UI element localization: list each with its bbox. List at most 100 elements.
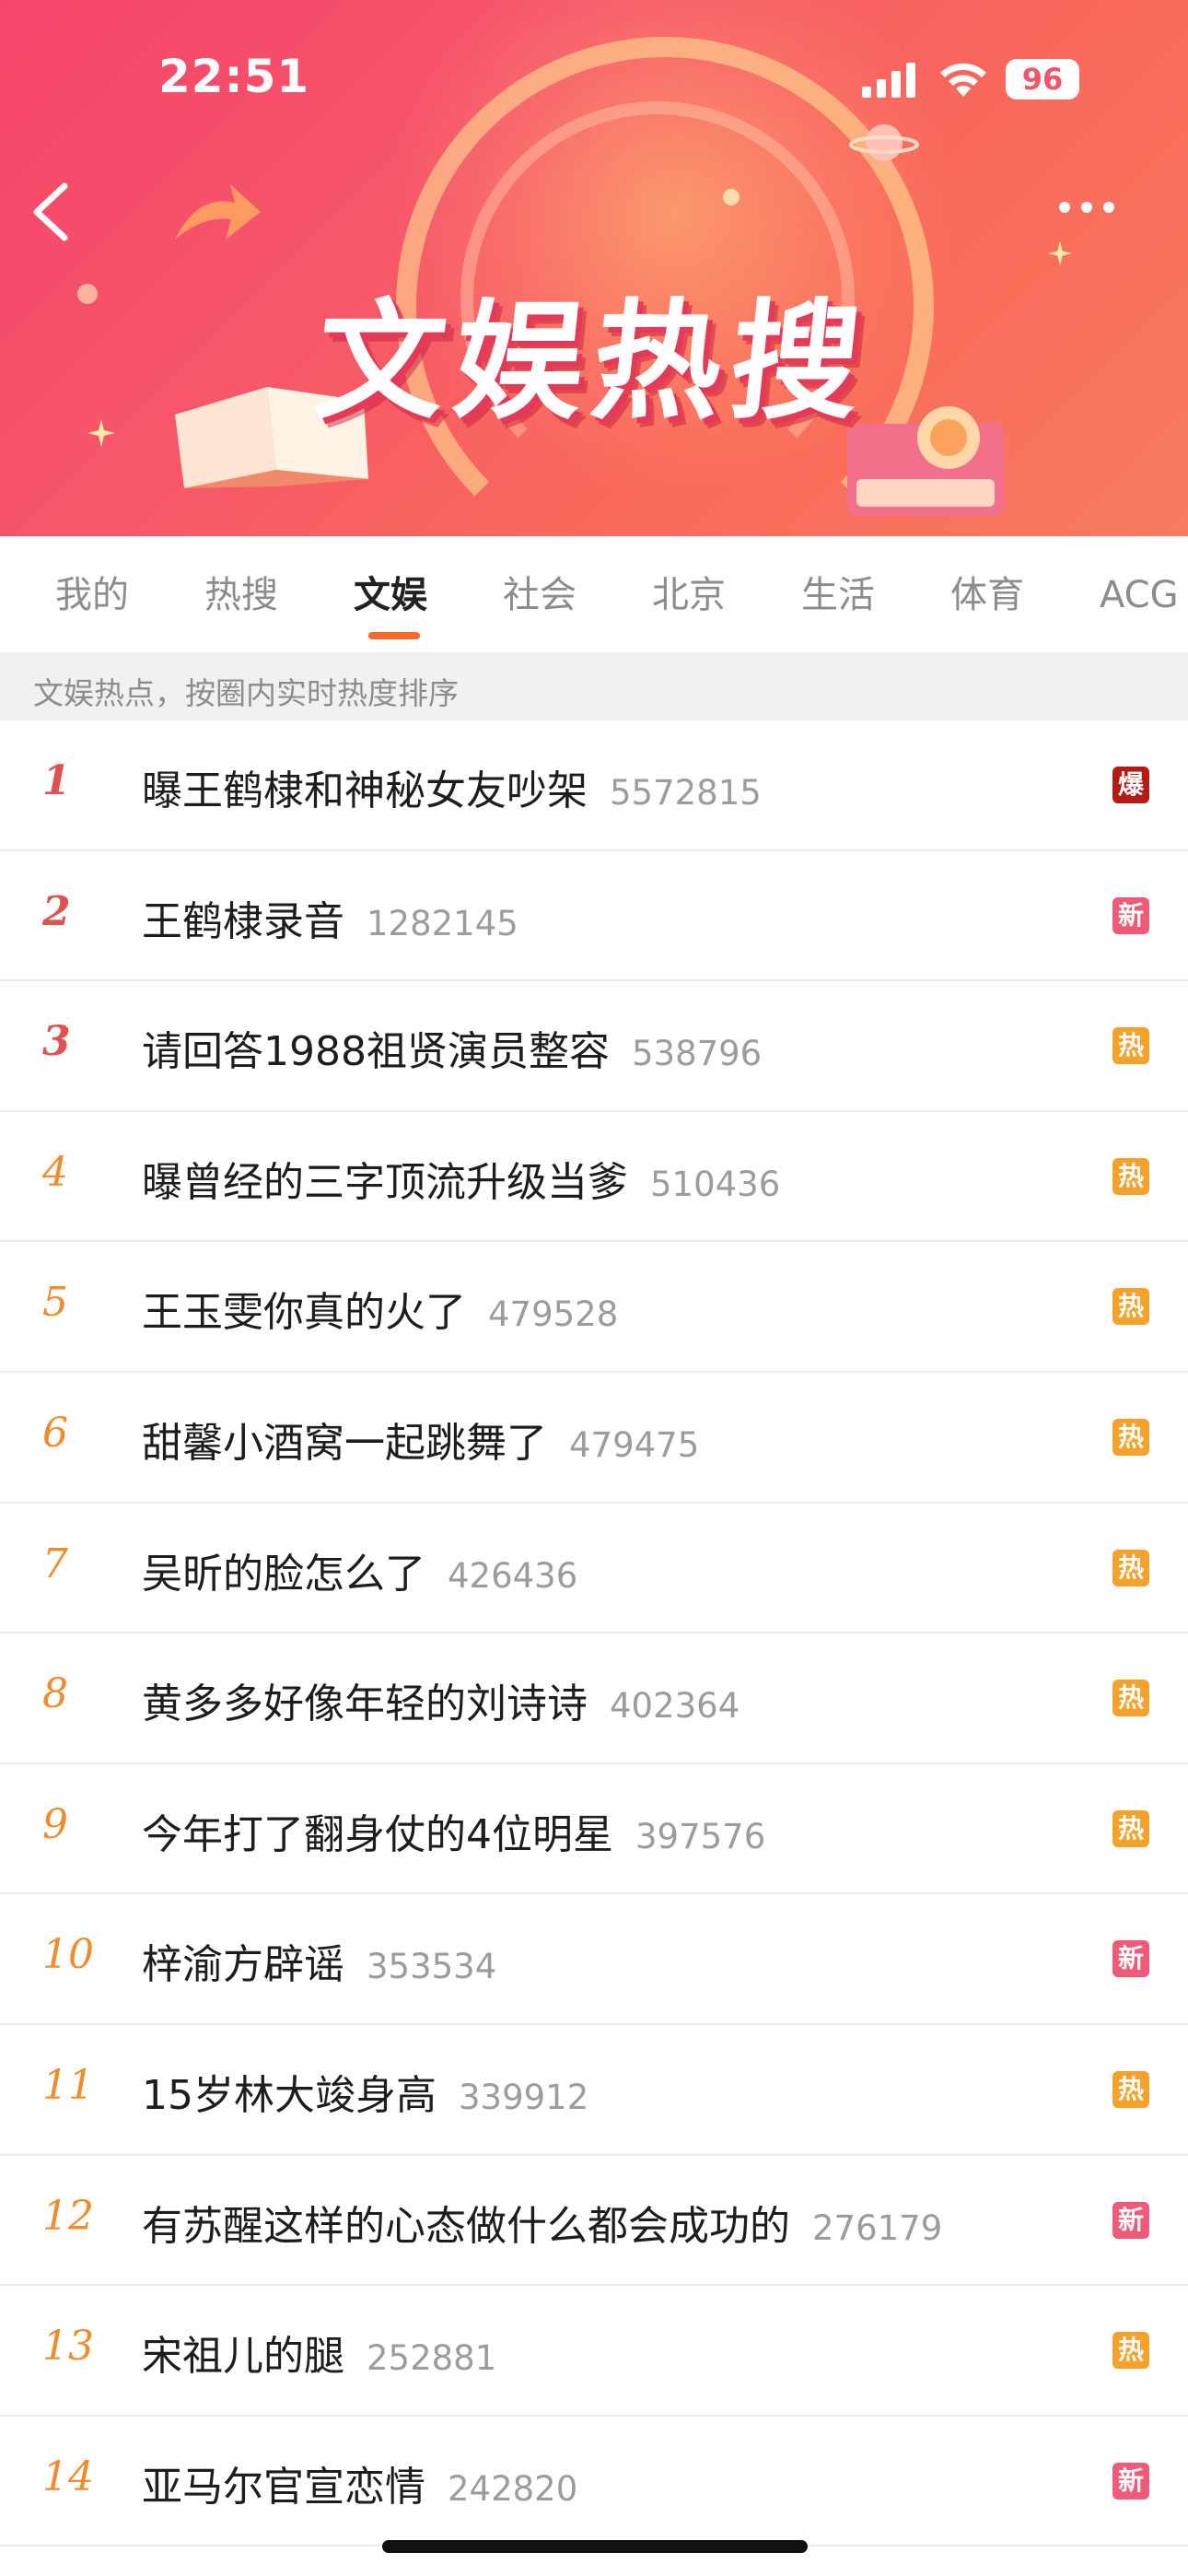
list-description: 文娱热点，按圈内实时热度排序 [0, 652, 1188, 720]
topic-title[interactable]: 曝曾经的三字顶流升级当爹 [142, 1159, 628, 1206]
status-badge: 新 [1112, 896, 1149, 934]
topic-title[interactable]: 王鹤棣录音 [142, 898, 344, 945]
active-tab-indicator [368, 632, 420, 639]
list-item[interactable]: 3 请回答1988祖贤演员整容 538796 热 [0, 981, 1188, 1112]
tab-acg[interactable]: ACG [1100, 569, 1179, 621]
list-description-text: 文娱热点，按圈内实时热度排序 [33, 675, 459, 711]
list-item-content: 15岁林大竣身高 339912 [142, 2062, 588, 2121]
topic-title[interactable]: 亚马尔官宣恋情 [142, 2464, 425, 2511]
tab-beijing[interactable]: 北京 [652, 569, 726, 621]
status-badge: 新 [1112, 1940, 1149, 1978]
list-item[interactable]: 1 曝王鹤棣和神秘女友吵架 5572815 爆 [0, 720, 1188, 851]
rank-number: 11 [42, 2061, 94, 2109]
tab-mine[interactable]: 我的 [55, 569, 129, 621]
list-item[interactable]: 8 黄多多好像年轻的刘诗诗 402364 热 [0, 1633, 1188, 1764]
tab-entertainment[interactable]: 文娱 [354, 569, 427, 621]
list-item[interactable]: 9 今年打了翻身仗的4位明星 397576 热 [0, 1764, 1188, 1895]
more-dot-icon [1103, 202, 1114, 213]
list-item-content: 曝王鹤棣和神秘女友吵架 5572815 [142, 757, 762, 816]
list-item[interactable]: 4 曝曾经的三字顶流升级当爹 510436 热 [0, 1112, 1188, 1243]
heat-count: 426436 [448, 1555, 578, 1596]
heat-count: 242820 [448, 2468, 578, 2509]
back-button[interactable] [22, 175, 77, 249]
topic-title[interactable]: 曝王鹤棣和神秘女友吵架 [142, 767, 588, 814]
topic-title[interactable]: 请回答1988祖贤演员整容 [142, 1028, 610, 1075]
tab-life[interactable]: 生活 [801, 569, 875, 621]
heat-count: 276179 [812, 2207, 943, 2248]
status-badge: 热 [1112, 1549, 1149, 1587]
status-badge: 新 [1112, 2201, 1149, 2239]
rank-number: 1 [42, 757, 71, 804]
planet-decoration [849, 124, 919, 161]
heat-count: 1282145 [367, 903, 518, 943]
home-indicator[interactable] [382, 2540, 808, 2553]
heat-count: 538796 [631, 1034, 763, 1074]
banner-title: 文娱热搜 [309, 287, 878, 438]
topic-title[interactable]: 有苏醒这样的心态做什么都会成功的 [142, 2203, 790, 2250]
rank-number: 2 [42, 887, 71, 935]
status-badge: 热 [1112, 1809, 1149, 1847]
tab-society[interactable]: 社会 [503, 569, 577, 621]
heat-count: 252881 [367, 2338, 497, 2379]
list-item-content: 今年打了翻身仗的4位明星 397576 [142, 1801, 765, 1860]
heat-count: 339912 [459, 2077, 589, 2117]
status-badge: 爆 [1112, 767, 1149, 803]
list-item-content: 请回答1988祖贤演员整容 538796 [142, 1018, 762, 1077]
topic-title[interactable]: 15岁林大竣身高 [142, 2072, 437, 2119]
list-item[interactable]: 7 吴昕的脸怎么了 426436 热 [0, 1504, 1188, 1634]
heat-count: 5572815 [610, 773, 762, 813]
rank-number: 4 [42, 1148, 68, 1196]
rank-number: 9 [42, 1800, 68, 1848]
heat-count: 510436 [650, 1164, 781, 1204]
tab-sports[interactable]: 体育 [950, 569, 1024, 621]
list-item-content: 王玉雯你真的火了 479528 [142, 1279, 618, 1338]
signal-icon [862, 63, 915, 98]
rank-number: 10 [42, 1931, 94, 1979]
rank-number: 3 [42, 1018, 71, 1066]
rank-number: 7 [42, 1540, 68, 1587]
status-badge: 热 [1112, 2070, 1149, 2108]
list-item-content: 王鹤棣录音 1282145 [142, 888, 518, 947]
topic-title[interactable]: 今年打了翻身仗的4位明星 [142, 1811, 613, 1858]
list-item[interactable]: 13 宋祖儿的腿 252881 热 [0, 2286, 1188, 2417]
list-item[interactable]: 5 王玉雯你真的火了 479528 热 [0, 1242, 1188, 1373]
banner: 22:51 96 文娱热搜 [0, 0, 1188, 536]
status-badge: 热 [1112, 1288, 1149, 1326]
status-time: 22:51 [158, 50, 310, 103]
status-icons: 96 [862, 57, 1079, 101]
rank-number: 13 [42, 2323, 94, 2371]
rank-number: 8 [42, 1670, 68, 1718]
topic-title[interactable]: 黄多多好像年轻的刘诗诗 [142, 1680, 588, 1727]
topic-title[interactable]: 吴昕的脸怎么了 [142, 1551, 425, 1598]
list-item[interactable]: 12 有苏醒这样的心态做什么都会成功的 276179 新 [0, 2156, 1188, 2287]
category-tabs: 我的 热搜 文娱 社会 北京 生活 体育 ACG [0, 536, 1188, 652]
dot-decoration [723, 189, 740, 205]
list-item[interactable]: 6 甜馨小酒窝一起跳舞了 479475 热 [0, 1373, 1188, 1504]
topic-title[interactable]: 梓渝方辟谣 [142, 1941, 344, 1988]
tab-hot-search[interactable]: 热搜 [204, 569, 278, 621]
status-badge: 热 [1112, 1680, 1149, 1717]
status-badge: 新 [1112, 2462, 1149, 2500]
topic-title[interactable]: 甜馨小酒窝一起跳舞了 [142, 1420, 547, 1467]
list-item-content: 曝曾经的三字顶流升级当爹 510436 [142, 1149, 780, 1208]
list-item[interactable]: 11 15岁林大竣身高 339912 热 [0, 2025, 1188, 2156]
list-item-content: 梓渝方辟谣 353534 [142, 1931, 496, 1990]
status-badge: 热 [1112, 1027, 1149, 1065]
list-item-content: 黄多多好像年轻的刘诗诗 402364 [142, 1670, 740, 1729]
rank-number: 12 [42, 2192, 94, 2240]
battery-icon: 96 [1006, 59, 1079, 100]
list-item[interactable]: 2 王鹤棣录音 1282145 新 [0, 851, 1188, 982]
rank-number: 14 [42, 2453, 94, 2500]
rank-number: 5 [42, 1279, 68, 1327]
more-dot-icon [1059, 202, 1070, 213]
topic-title[interactable]: 王玉雯你真的火了 [142, 1289, 466, 1336]
topic-title[interactable]: 宋祖儿的腿 [142, 2333, 344, 2380]
status-badge: 热 [1112, 2332, 1149, 2370]
hot-search-list: 1 曝王鹤棣和神秘女友吵架 5572815 爆 2 王鹤棣录音 1282145 新 3 请回答19… [0, 720, 1188, 2547]
list-item[interactable]: 14 亚马尔官宣恋情 242820 新 [0, 2417, 1188, 2547]
list-item[interactable]: 10 梓渝方辟谣 353534 新 [0, 1894, 1188, 2025]
list-item-content: 吴昕的脸怎么了 426436 [142, 1540, 577, 1599]
status-badge: 热 [1112, 1418, 1149, 1456]
list-item-content: 甜馨小酒窝一起跳舞了 479475 [142, 1410, 699, 1469]
more-options-button[interactable] [1059, 189, 1151, 226]
